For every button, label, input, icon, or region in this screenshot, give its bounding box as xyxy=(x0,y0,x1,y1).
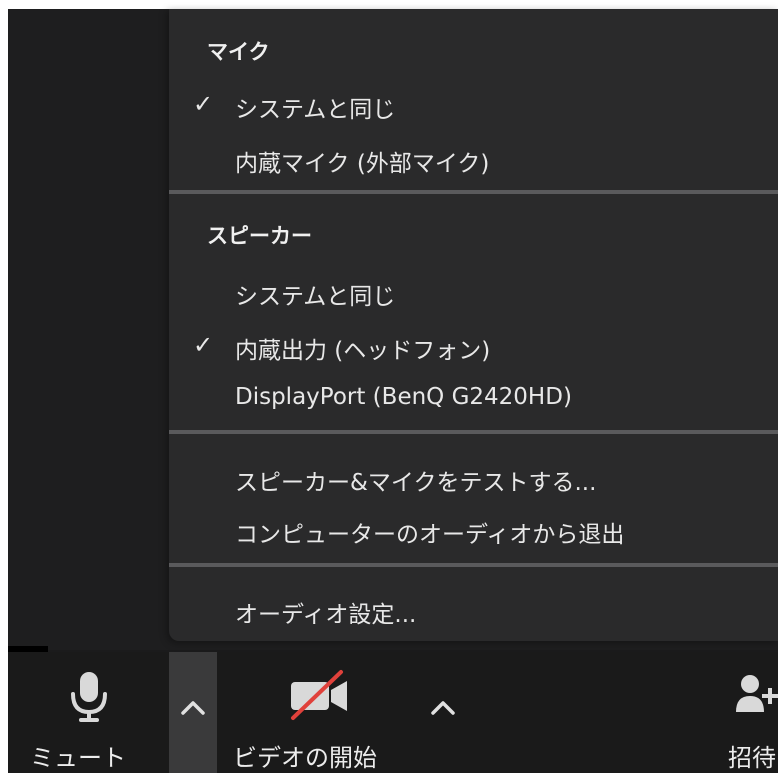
window-left-border xyxy=(0,0,8,773)
check-icon: ✓ xyxy=(193,331,214,359)
menu-item-speaker-builtin[interactable]: 内蔵出力 (ヘッドフォン) xyxy=(235,331,490,365)
invite-button[interactable]: 招待 xyxy=(720,652,778,773)
start-video-button[interactable]: ビデオの開始 xyxy=(223,652,418,773)
microphone-icon xyxy=(71,672,107,722)
audio-menu: マイク ✓ システムと同じ 内蔵マイク (外部マイク) スピーカー システムと同… xyxy=(169,9,778,641)
menu-item-speaker-displayport[interactable]: DisplayPort (BenQ G2420HD) xyxy=(235,384,572,410)
mute-button[interactable]: ミュート xyxy=(8,652,168,773)
audio-options-button[interactable] xyxy=(169,652,217,773)
chevron-up-icon xyxy=(181,701,205,715)
check-icon: ✓ xyxy=(193,90,214,118)
speaker-section-header: スピーカー xyxy=(207,224,312,248)
menu-item-test-audio[interactable]: スピーカー&マイクをテストする... xyxy=(235,463,596,497)
chevron-up-icon xyxy=(431,701,455,715)
menu-separator xyxy=(169,430,778,434)
menu-item-leave-audio[interactable]: コンピューターのオーディオから退出 xyxy=(235,515,624,549)
video-options-button[interactable] xyxy=(418,682,468,732)
menu-item-audio-settings[interactable]: オーディオ設定... xyxy=(235,595,416,629)
menu-separator xyxy=(169,563,778,567)
menu-separator xyxy=(169,190,778,194)
mute-label: ミュート xyxy=(30,744,126,772)
menu-item-mic-builtin[interactable]: 内蔵マイク (外部マイク) xyxy=(235,144,489,178)
mic-section-header: マイク xyxy=(207,40,270,64)
meeting-toolbar: ミュート ビデオの開始 招待 xyxy=(8,652,778,773)
start-video-label: ビデオの開始 xyxy=(233,744,377,772)
video-off-icon xyxy=(291,670,347,720)
invite-label: 招待 xyxy=(728,744,776,772)
menu-item-speaker-system[interactable]: システムと同じ xyxy=(235,277,395,311)
add-participant-icon xyxy=(736,675,778,712)
menu-item-mic-system[interactable]: システムと同じ xyxy=(235,90,395,124)
window-top-border xyxy=(0,0,778,9)
